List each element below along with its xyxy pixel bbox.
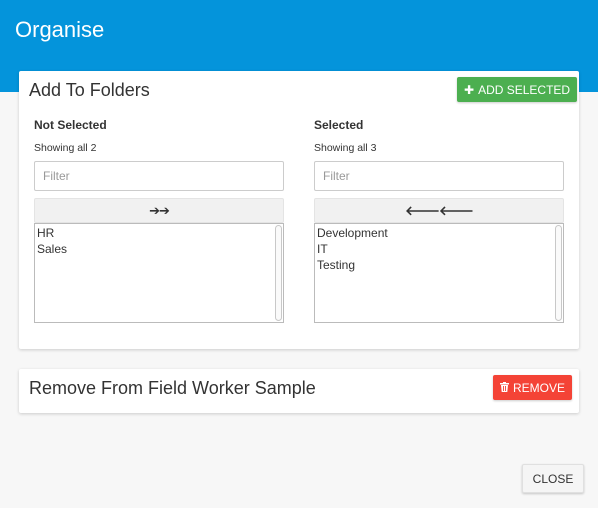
selected-filter-input[interactable] xyxy=(314,161,564,191)
not-selected-filter-input[interactable] xyxy=(34,161,284,191)
selected-title: Selected xyxy=(314,118,364,132)
arrow-left-icon: 🡐🡐 xyxy=(405,202,474,218)
close-button[interactable]: CLOSE xyxy=(522,464,584,493)
trash-icon xyxy=(500,381,509,394)
selected-listbox[interactable]: Development IT Testing xyxy=(314,223,564,323)
remove-from-sample-title: Remove From Field Worker Sample xyxy=(29,378,316,398)
remove-button[interactable]: REMOVE xyxy=(493,375,573,400)
selected-count: Showing all 3 xyxy=(314,142,377,154)
listbox-scrollbar[interactable] xyxy=(555,225,562,321)
move-all-right-button[interactable]: ➔➔ xyxy=(34,198,284,223)
list-item[interactable]: IT xyxy=(317,241,561,257)
not-selected-count: Showing all 2 xyxy=(34,142,97,154)
not-selected-listbox[interactable]: HR Sales xyxy=(34,223,284,323)
dialog-title: Organise xyxy=(15,17,105,42)
not-selected-title: Not Selected xyxy=(34,118,107,132)
plus-icon: ✚ xyxy=(464,82,475,97)
listbox-scrollbar[interactable] xyxy=(275,225,282,321)
add-to-folders-title: Add To Folders xyxy=(29,80,150,100)
list-item[interactable]: Testing xyxy=(317,257,561,273)
arrow-right-icon: ➔➔ xyxy=(149,202,170,218)
remove-from-sample-card: Remove From Field Worker Sample REMOVE xyxy=(19,369,579,413)
add-selected-button[interactable]: ✚ ADD SELECTED xyxy=(457,77,578,102)
list-item[interactable]: HR xyxy=(37,225,281,241)
add-selected-label: ADD SELECTED xyxy=(478,82,571,97)
move-all-left-button[interactable]: 🡐🡐 xyxy=(314,198,564,223)
add-to-folders-card: Add To Folders ✚ ADD SELECTED Not Select… xyxy=(19,71,579,349)
list-item[interactable]: Development xyxy=(317,225,561,241)
remove-label: REMOVE xyxy=(513,380,566,395)
list-item[interactable]: Sales xyxy=(37,241,281,257)
